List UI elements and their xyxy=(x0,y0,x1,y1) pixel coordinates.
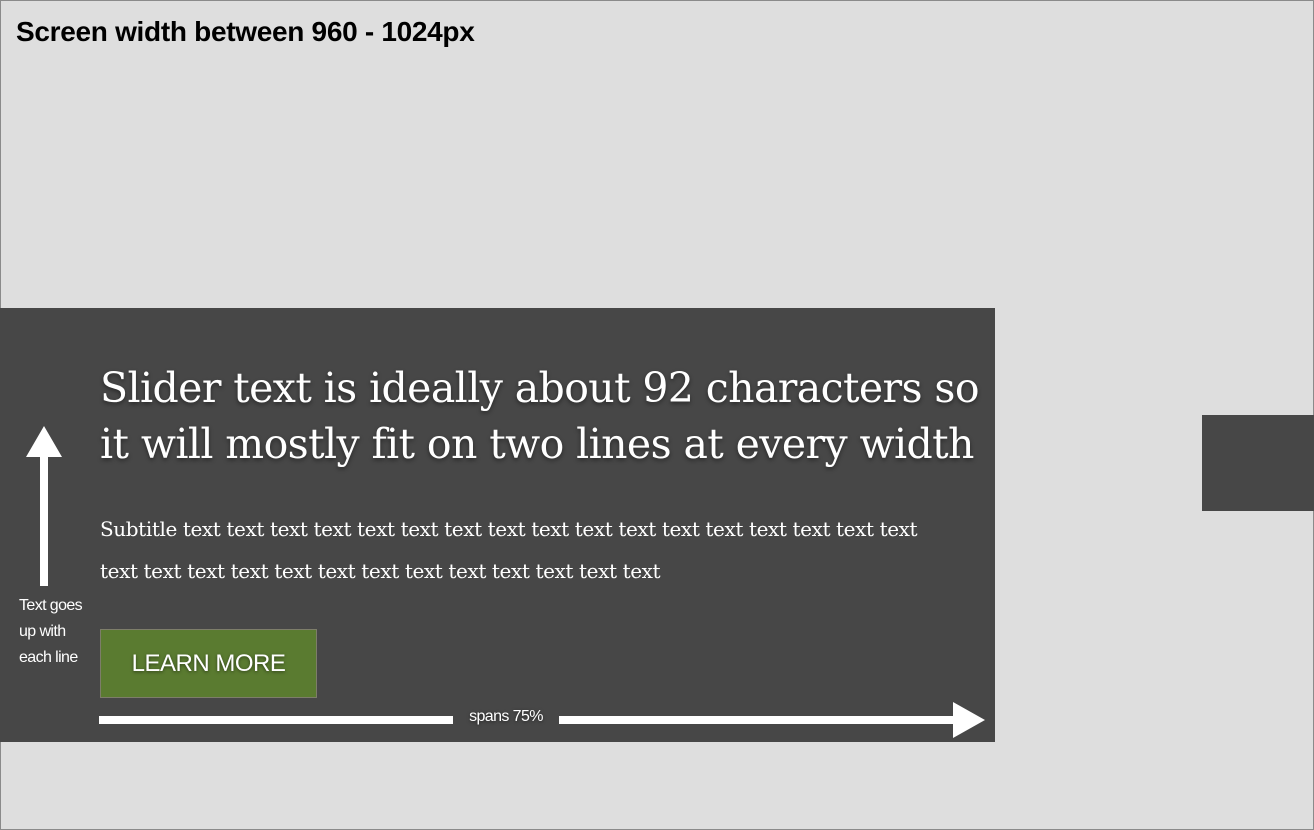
arrow-up-icon xyxy=(26,426,62,586)
up-arrow-caption: Text goes up with each line xyxy=(19,597,83,666)
screen-width-label: Screen width between 960 - 1024px xyxy=(16,16,475,47)
next-slide-preview[interactable] xyxy=(1202,415,1314,511)
hero-slider: Slider text is ideally about 92 characte… xyxy=(0,308,995,742)
span-arrow-caption: spans 75% xyxy=(469,708,543,725)
slider-subtitle: Subtitle text text text text text text t… xyxy=(100,517,918,583)
slider-headline: Slider text is ideally about 92 characte… xyxy=(100,364,980,468)
learn-more-button[interactable]: LEARN MORE xyxy=(100,629,317,698)
